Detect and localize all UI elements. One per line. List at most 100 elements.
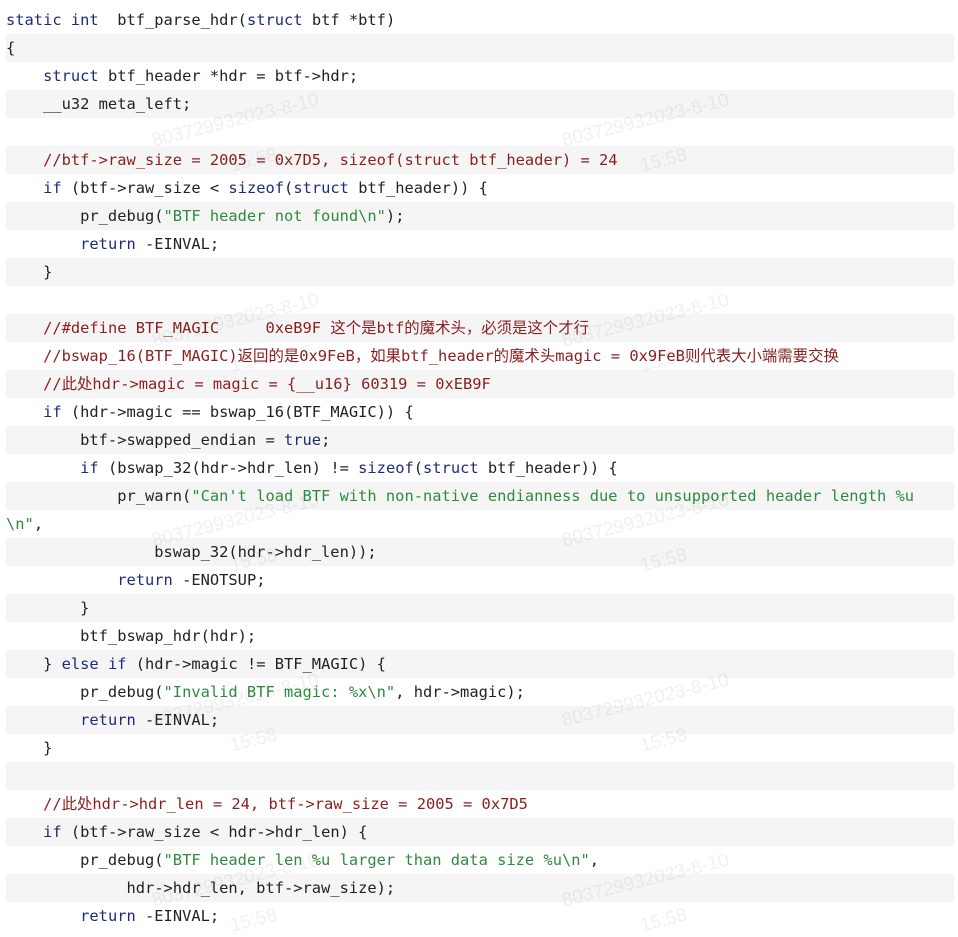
code-line: { [6,34,954,62]
code-line: if (hdr->magic == bswap_16(BTF_MAGIC)) { [0,398,958,426]
code-line: hdr->hdr_len, btf->raw_size); [6,874,954,902]
code-token: else if [61,655,127,673]
code-token: "BTF header not found\n" [163,207,386,225]
code-line: return -EINVAL; [0,230,958,258]
code-token: -EINVAL; [135,907,220,925]
code-token: "Invalid BTF magic: %x\n" [163,683,396,701]
code-token: return [80,235,136,253]
code-token: (hdr->magic == bswap_16(BTF_MAGIC)) { [61,403,414,421]
code-line: return -EINVAL; [6,706,954,734]
code-token: ); [385,207,405,225]
code-token: } [6,599,90,617]
code-line [6,762,954,790]
code-token: bswap_32(hdr->hdr_len)); [6,543,377,561]
code-block: static int btf_parse_hdr(struct btf *btf… [0,6,958,930]
code-token: hdr->hdr_len, btf->raw_size); [6,879,396,897]
code-token: if [43,823,62,841]
code-line: btf_bswap_hdr(hdr); [0,622,958,650]
code-token: btf_header)) { [478,459,618,477]
code-line: //此处hdr->hdr_len = 24, btf->raw_size = 2… [0,790,958,818]
code-token: struct [246,11,303,29]
code-line: pr_warn("Can't load BTF with non-native … [6,482,954,510]
code-token: btf_parse_hdr( [98,11,247,29]
code-token: btf_bswap_hdr(hdr); [6,627,257,645]
code-token: btf_header)) { [348,179,488,197]
code-line: } [6,594,954,622]
code-token: __u32 meta_left; [6,95,192,113]
code-line: if (btf->raw_size < hdr->hdr_len) { [6,818,954,846]
code-token: struct [43,67,99,85]
code-line: } else if (hdr->magic != BTF_MAGIC) { [6,650,954,678]
code-line: //此处hdr->magic = magic = {__u16} 60319 =… [6,370,954,398]
code-line: pr_debug("Invalid BTF magic: %x\n", hdr-… [0,678,958,706]
code-token: -ENOTSUP; [172,571,266,589]
code-token: pr_warn( [6,487,192,505]
code-token: if [80,459,99,477]
code-token: if [43,179,62,197]
code-token: (hdr->magic != BTF_MAGIC) { [126,655,386,673]
code-token: return [80,907,136,925]
code-token: if [43,403,62,421]
code-token: -EINVAL; [135,711,220,729]
code-token: "BTF header len %u larger than data size… [163,851,590,869]
code-line: return -ENOTSUP; [0,566,958,594]
code-token: //此处hdr->hdr_len = 24, btf->raw_size = 2… [43,795,528,813]
code-token: \n" [6,515,34,533]
code-token: ( [284,179,294,197]
code-line: //btf->raw_size = 2005 = 0x7D5, sizeof(s… [6,146,954,174]
code-token: ; [321,431,331,449]
code-token: sizeof [358,459,414,477]
code-token: struct [423,459,479,477]
code-line: bswap_32(hdr->hdr_len)); [6,538,954,566]
code-token: btf_header *hdr = btf->hdr; [98,67,359,85]
code-token: } [6,739,53,757]
code-token: pr_debug( [6,683,164,701]
code-token: (btf->raw_size < hdr->hdr_len) { [61,823,368,841]
code-token: -EINVAL; [135,235,220,253]
code-line: //#define BTF_MAGIC 0xeB9F 这个是btf的魔术头，必须… [6,314,954,342]
code-line: static int btf_parse_hdr(struct btf *btf… [0,6,958,34]
code-token: pr_debug( [6,207,164,225]
code-token: btf *btf) [302,11,396,29]
code-token: "Can't load BTF with non-native endianne… [191,487,915,505]
code-line: \n", [0,510,958,538]
code-token: //#define BTF_MAGIC 0xeB9F 这个是btf的魔术头，必须… [43,319,589,337]
code-token: { [6,39,16,57]
code-token: return [117,571,173,589]
code-token: , hdr->magic); [395,683,525,701]
code-token: , [33,515,44,533]
code-token: , [589,851,600,869]
code-token: pr_debug( [6,851,164,869]
code-token: //btf->raw_size = 2005 = 0x7D5, sizeof(s… [43,151,618,169]
code-token: (bswap_32(hdr->hdr_len) != [98,459,359,477]
code-line: if (bswap_32(hdr->hdr_len) != sizeof(str… [0,454,958,482]
code-line: struct btf_header *hdr = btf->hdr; [0,62,958,90]
code-token: btf->swapped_endian = [6,431,284,449]
code-line: btf->swapped_endian = true; [6,426,954,454]
code-token: //bswap_16(BTF_MAGIC)返回的是0x9FeB，如果btf_he… [43,347,839,365]
code-line: __u32 meta_left; [6,90,954,118]
code-token: ( [413,459,424,477]
code-line: pr_debug("BTF header len %u larger than … [0,846,958,874]
code-token: static int [6,11,99,29]
code-token: } [6,655,62,673]
code-line: } [0,734,958,762]
code-token: struct [293,179,349,197]
code-token: (btf->raw_size < [61,179,229,197]
code-token: true [283,431,322,449]
